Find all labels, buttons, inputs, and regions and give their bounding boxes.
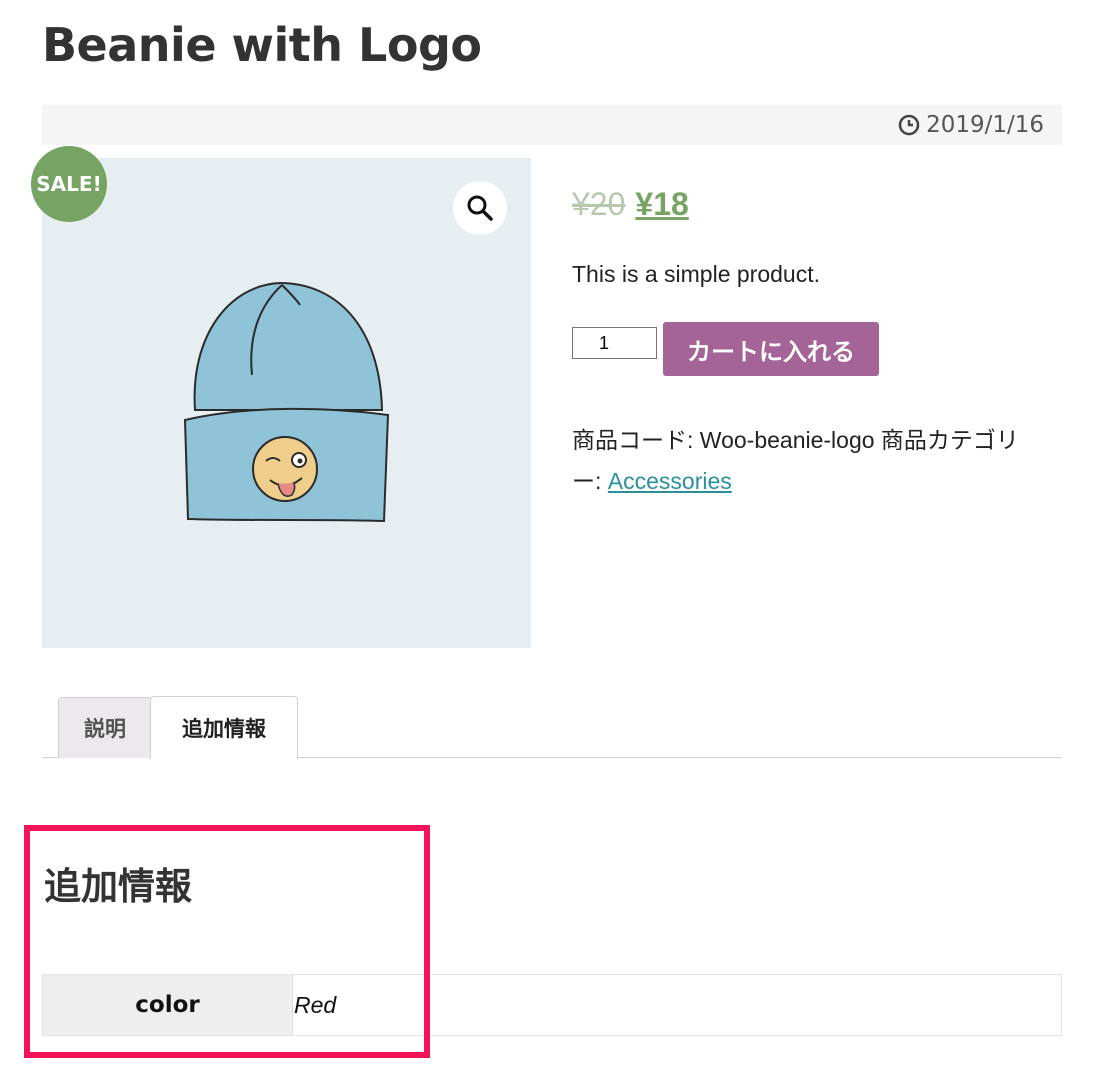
quantity-input[interactable] — [572, 327, 657, 359]
product-title: Beanie with Logo — [42, 18, 482, 72]
clock-icon — [898, 114, 920, 136]
sale-badge: SALE! — [31, 146, 107, 222]
sku-label: 商品コード: — [572, 427, 700, 453]
old-price: ¥20 — [572, 186, 626, 222]
price: ¥20 ¥18 — [572, 186, 689, 223]
sku-value: Woo-beanie-logo — [699, 427, 875, 453]
product-meta: 商品コード: Woo-beanie-logo 商品カテゴリー: Accessor… — [572, 420, 1072, 502]
category-link[interactable]: Accessories — [608, 468, 732, 494]
tab-additional-info[interactable]: 追加情報 — [150, 696, 298, 759]
magnifier-icon — [467, 195, 493, 221]
short-description: This is a simple product. — [572, 261, 820, 287]
beanie-image — [183, 281, 390, 523]
tab-description[interactable]: 説明 — [58, 697, 152, 758]
highlight-box — [24, 825, 430, 1058]
add-to-cart-button[interactable]: カートに入れる — [663, 322, 879, 376]
sale-price: ¥18 — [635, 186, 689, 222]
zoom-button[interactable] — [453, 181, 507, 235]
category-label-cont: ー: — [572, 468, 608, 494]
category-label: 商品カテゴリ — [874, 427, 1019, 453]
post-date-bar: 2019/1/16 — [42, 105, 1062, 145]
post-date: 2019/1/16 — [926, 112, 1044, 138]
